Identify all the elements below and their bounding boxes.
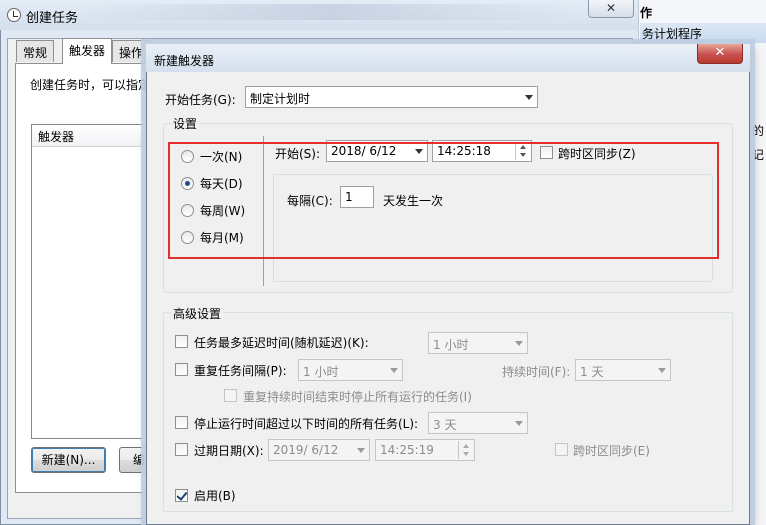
duration-value: 1 天 [580, 365, 604, 379]
stop-all-label: 重复持续时间结束时停止所有运行的任务(I) [243, 390, 472, 404]
chevron-down-icon [390, 368, 398, 373]
chevron-down-icon [525, 95, 533, 100]
triggers-list-header[interactable]: 触发器 [32, 125, 150, 147]
tab-general[interactable]: 常规 [16, 40, 55, 62]
tab-actions[interactable]: 操作 [112, 40, 151, 62]
enabled-checkbox[interactable] [175, 489, 188, 502]
delay-label: 任务最多延迟时间(随机延迟)(K): [194, 336, 369, 350]
dialog-close-button[interactable]: ✕ [697, 44, 743, 64]
expire-sync-checkbox[interactable] [555, 443, 568, 456]
stop-all-checkbox[interactable] [224, 389, 237, 402]
expire-time-field[interactable]: 14:25:19 [375, 439, 475, 461]
titlebar-blur-area [80, 4, 580, 20]
triggers-list[interactable] [31, 124, 151, 439]
create-task-close-button[interactable]: ✕ [588, 0, 634, 18]
triggers-description: 创建任务时，可以指定 [30, 78, 151, 92]
clock-icon [7, 8, 21, 22]
begin-task-value: 制定计划时 [250, 92, 311, 106]
begin-task-select[interactable]: 制定计划时 [245, 86, 538, 108]
stop-if-longer-value: 3 天 [433, 418, 457, 432]
time-spinner[interactable] [458, 441, 473, 459]
repeat-label: 重复任务间隔(P): [194, 364, 287, 378]
chevron-down-icon [658, 368, 666, 373]
enabled-label: 启用(B) [194, 489, 236, 503]
actions-panel-text-2: 记 [752, 148, 765, 162]
new-trigger-button[interactable]: 新建(N)... [31, 447, 106, 473]
delay-checkbox[interactable] [175, 335, 188, 348]
task-scheduler-item[interactable]: 务计划程序 [640, 23, 766, 43]
advanced-settings-title: 高级设置 [171, 305, 224, 322]
new-trigger-title: 新建触发器 [154, 54, 215, 68]
duration-label: 持续时间(F): [502, 365, 571, 379]
repeat-checkbox[interactable] [175, 363, 188, 376]
chevron-down-icon [357, 448, 365, 453]
repeat-interval-value: 1 小时 [303, 365, 339, 379]
actions-panel-text-1: 的 [752, 124, 765, 138]
expire-date-value: 2019/ 6/12 [273, 443, 339, 457]
repeat-interval-select[interactable]: 1 小时 [298, 359, 403, 381]
actions-panel-title: 作 [640, 6, 653, 20]
stop-if-longer-checkbox[interactable] [175, 416, 188, 429]
settings-group-title: 设置 [171, 115, 200, 132]
duration-select[interactable]: 1 天 [575, 359, 671, 381]
expire-sync-label: 跨时区同步(E) [573, 444, 650, 458]
expire-time-value: 14:25:19 [380, 443, 434, 457]
stop-if-longer-label: 停止运行时间超过以下时间的所有任务(L): [194, 417, 419, 431]
chevron-down-icon [515, 421, 523, 426]
delay-select[interactable]: 1 小时 [428, 332, 528, 354]
expire-checkbox[interactable] [175, 443, 188, 456]
stop-if-longer-select[interactable]: 3 天 [428, 412, 528, 434]
chevron-down-icon [515, 341, 523, 346]
expire-date-picker[interactable]: 2019/ 6/12 [268, 439, 370, 461]
delay-value: 1 小时 [433, 338, 469, 352]
expire-label: 过期日期(X): [194, 444, 264, 458]
begin-task-label: 开始任务(G): [165, 93, 236, 107]
new-trigger-titlebar [146, 44, 750, 72]
tab-triggers[interactable]: 触发器 [62, 38, 113, 64]
create-task-title: 创建任务 [26, 11, 79, 26]
highlight-box [168, 142, 719, 259]
